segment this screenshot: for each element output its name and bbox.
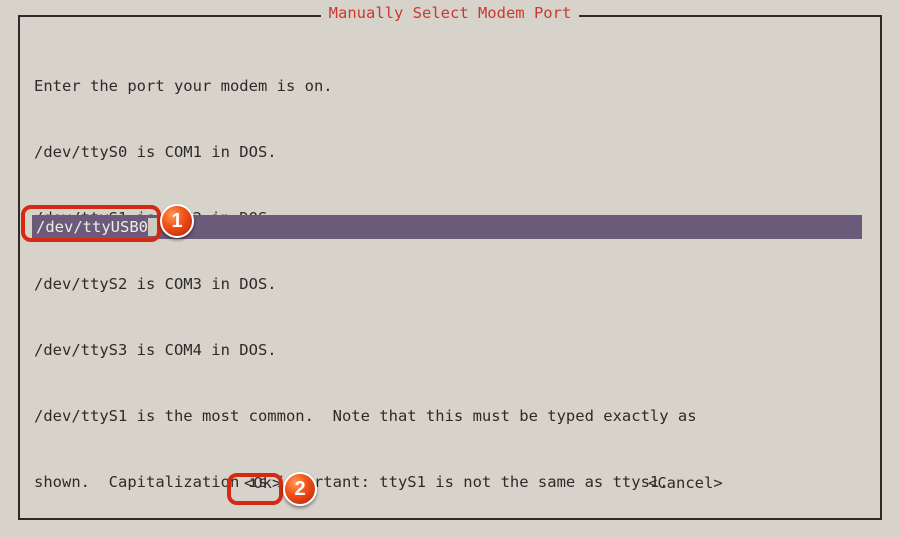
body-line: Enter the port your modem is on. [34,75,866,97]
dialog-frame: Manually Select Modem Port Enter the por… [18,15,882,520]
body-line: /dev/ttyS1 is the most common. Note that… [34,405,866,427]
body-line: /dev/ttyS3 is COM4 in DOS. [34,339,866,361]
dialog-title: Manually Select Modem Port [321,4,580,22]
cancel-button[interactable]: <Cancel> [648,474,723,492]
modem-port-input[interactable]: /dev/ttyUSB0 [32,215,862,239]
text-cursor-icon [148,218,158,236]
body-line: /dev/ttyS0 is COM1 in DOS. [34,141,866,163]
body-line: /dev/ttyS2 is COM3 in DOS. [34,273,866,295]
dialog-body: Enter the port your modem is on. /dev/tt… [34,31,866,537]
ok-button[interactable]: <Ok> [244,474,281,492]
dialog-title-wrap: Manually Select Modem Port [20,4,880,22]
modem-port-value: /dev/ttyUSB0 [36,218,148,236]
button-row: <Ok> <Cancel> [20,474,880,498]
